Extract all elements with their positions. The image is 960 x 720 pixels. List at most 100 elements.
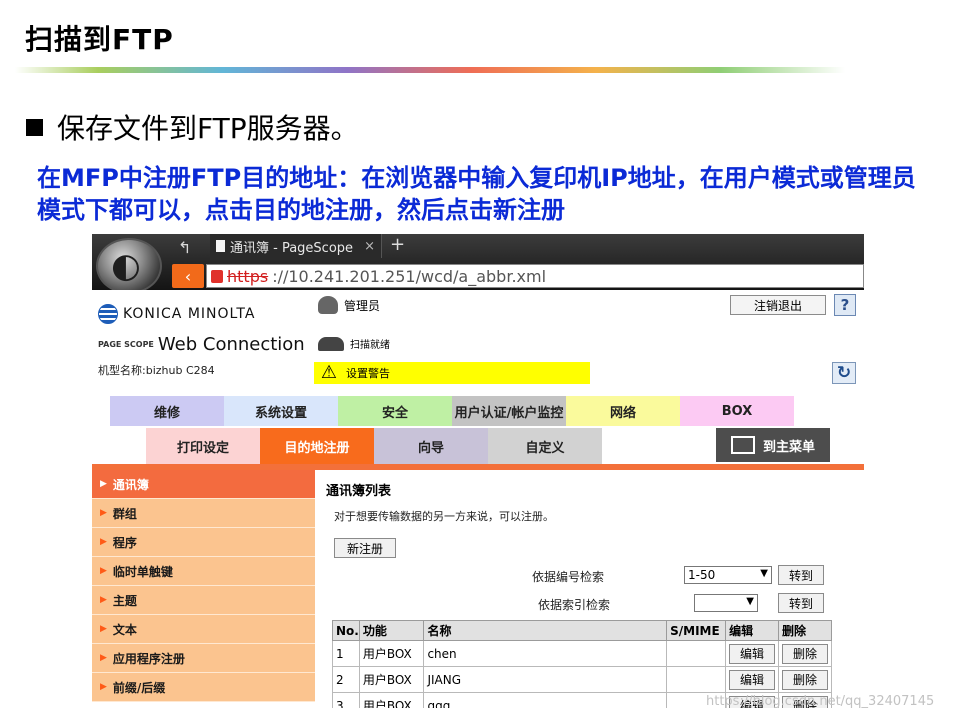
table-row: 1 用户BOX chen 编辑 删除	[332, 640, 832, 667]
main-menu-button[interactable]: 到主菜单	[716, 428, 830, 462]
row-smime	[666, 666, 727, 693]
arrow-right-icon: ▶	[100, 595, 107, 605]
row-function: 用户BOX	[358, 640, 425, 667]
sidebar-item-label: 文本	[112, 622, 137, 637]
arrow-right-icon: ▶	[100, 479, 107, 489]
sidebar-item-subject[interactable]: ▶ 主题	[92, 586, 315, 615]
col-function: 功能	[358, 620, 425, 641]
search-by-index-label: 依据索引检索	[538, 598, 611, 612]
document-icon	[216, 240, 225, 252]
row-name[interactable]: ggg	[423, 692, 668, 708]
sidebar-item-label: 前缀/后缀	[112, 680, 166, 695]
tab-user-auth[interactable]: 用户认证/帐户监控	[452, 396, 566, 426]
tab-close-icon[interactable]: ×	[364, 239, 375, 254]
help-icon[interactable]: ?	[834, 294, 856, 316]
sidebar-item-app-registration[interactable]: ▶ 应用程序注册	[92, 644, 315, 673]
sidebar: ▶ 通讯簿 ▶ 群组 ▶ 程序 ▶ 临时单触键 ▶ 主题 ▶ 文本 ▶ 应用程序注册 ▶ 前缀/…	[92, 470, 315, 708]
col-no: No.	[332, 620, 360, 641]
subtab-label: 向导	[417, 440, 444, 456]
tab-security[interactable]: 安全	[338, 396, 452, 426]
tab-label: BOX	[721, 403, 753, 419]
logout-button[interactable]: 注销退出	[730, 295, 826, 315]
sidebar-item-label: 群组	[112, 506, 137, 521]
row-name[interactable]: chen	[423, 640, 668, 667]
tab-system-settings[interactable]: 系统设置	[224, 396, 338, 426]
edit-button[interactable]: 编辑	[729, 643, 776, 664]
main-menu-label: 到主菜单	[762, 439, 815, 455]
pagescope-mark: PAGE SCOPE	[98, 340, 154, 349]
number-range-select[interactable]: 1-50 ▼	[684, 566, 772, 584]
browser-toolbar: ◐ ↰ 通讯簿 - PageScope × + ‹ https://10.241…	[92, 234, 864, 294]
arrow-right-icon: ▶	[100, 508, 107, 518]
browser-window: ◐ ↰ 通讯簿 - PageScope × + ‹ https://10.241…	[92, 234, 864, 708]
model-name: 机型名称:bizhub C284	[98, 364, 215, 377]
arrow-right-icon: ▶	[100, 624, 107, 634]
row-edit-cell: 编辑	[725, 640, 780, 667]
sidebar-item-temp-one-touch[interactable]: ▶ 临时单触键	[92, 557, 315, 586]
tab-print-settings[interactable]: 打印设定	[146, 428, 260, 464]
web-connection-logo: PAGE SCOPE Web Connection	[98, 334, 305, 355]
tab-box[interactable]: BOX	[680, 396, 794, 426]
browser-logo-icon[interactable]: ◐	[96, 238, 162, 294]
new-registration-button[interactable]: 新注册	[334, 538, 396, 558]
globe-icon	[98, 304, 118, 324]
tab-network[interactable]: 网络	[566, 396, 680, 426]
row-function: 用户BOX	[358, 692, 425, 708]
tab-label: 维修	[153, 405, 180, 421]
browser-tab[interactable]: 通讯簿 - PageScope ×	[210, 234, 382, 258]
subtab-label: 目的地注册	[284, 440, 350, 456]
konica-minolta-logo: KONICA MINOLTA	[98, 304, 255, 324]
col-delete: 删除	[778, 620, 832, 641]
tab-label: 用户认证/帐户监控	[454, 405, 564, 421]
row-no: 3	[332, 692, 360, 708]
title-underline	[15, 67, 845, 73]
address-bar[interactable]: https://10.241.201.251/wcd/a_abbr.xml	[206, 264, 864, 288]
scanner-icon	[318, 336, 344, 351]
new-tab-button[interactable]: +	[390, 234, 405, 255]
tab-customize[interactable]: 自定义	[488, 428, 602, 464]
scan-status: 扫描就绪	[318, 336, 390, 351]
row-name[interactable]: JIANG	[423, 666, 668, 693]
bullet-text: 保存文件到FTP服务器。	[57, 112, 359, 145]
product-name: Web Connection	[157, 334, 305, 355]
menu-icon	[730, 436, 755, 454]
delete-button[interactable]: 删除	[782, 669, 829, 690]
sidebar-item-label: 主题	[112, 593, 137, 608]
row-delete-cell: 删除	[778, 666, 832, 693]
sidebar-item-group[interactable]: ▶ 群组	[92, 499, 315, 528]
back-button[interactable]: ‹	[172, 264, 204, 288]
tab-destination-registration[interactable]: 目的地注册	[260, 428, 374, 464]
go-button-number[interactable]: 转到	[778, 565, 824, 585]
subtab-label: 打印设定	[176, 440, 229, 456]
tab-back-arrow-icon[interactable]: ↰	[178, 238, 191, 257]
delete-button[interactable]: 删除	[782, 643, 829, 664]
arrow-right-icon: ▶	[100, 653, 107, 663]
main-tabs: 维修 系统设置 安全 用户认证/帐户监控 网络 BOX	[110, 396, 854, 426]
row-smime	[666, 640, 727, 667]
edit-button[interactable]: 编辑	[729, 669, 776, 690]
chevron-down-icon: ▼	[746, 596, 754, 607]
scan-status-text: 扫描就绪	[350, 340, 390, 351]
sidebar-item-text[interactable]: ▶ 文本	[92, 615, 315, 644]
watermark: https://blog.csdn.net/qq_32407145	[706, 694, 935, 709]
col-smime: S/MIME	[666, 620, 727, 641]
sidebar-item-label: 临时单触键	[112, 564, 173, 579]
arrow-right-icon: ▶	[100, 566, 107, 576]
slide-title: 扫描到FTP	[25, 23, 174, 56]
lock-icon	[211, 269, 223, 283]
refresh-icon[interactable]: ↻	[832, 362, 856, 384]
index-select[interactable]: ▼	[694, 594, 758, 612]
url-rest: ://10.241.201.251/wcd/a_abbr.xml	[272, 266, 547, 286]
search-by-number-label: 依据编号检索	[532, 570, 605, 584]
tab-wizard[interactable]: 向导	[374, 428, 488, 464]
row-function: 用户BOX	[358, 666, 425, 693]
go-button-index[interactable]: 转到	[778, 593, 824, 613]
bullet-heading: 保存文件到FTP服务器。	[26, 107, 359, 147]
sidebar-item-prefix-suffix[interactable]: ▶ 前缀/后缀	[92, 673, 315, 702]
tab-maintenance[interactable]: 维修	[110, 396, 224, 426]
sidebar-item-program[interactable]: ▶ 程序	[92, 528, 315, 557]
table-header-row: No. 功能 名称 S/MIME 编辑 删除	[332, 620, 832, 641]
warning-bar[interactable]: ⚠ 设置警告	[314, 362, 590, 384]
sidebar-item-address-book[interactable]: ▶ 通讯簿	[92, 470, 315, 499]
row-edit-cell: 编辑	[725, 666, 780, 693]
